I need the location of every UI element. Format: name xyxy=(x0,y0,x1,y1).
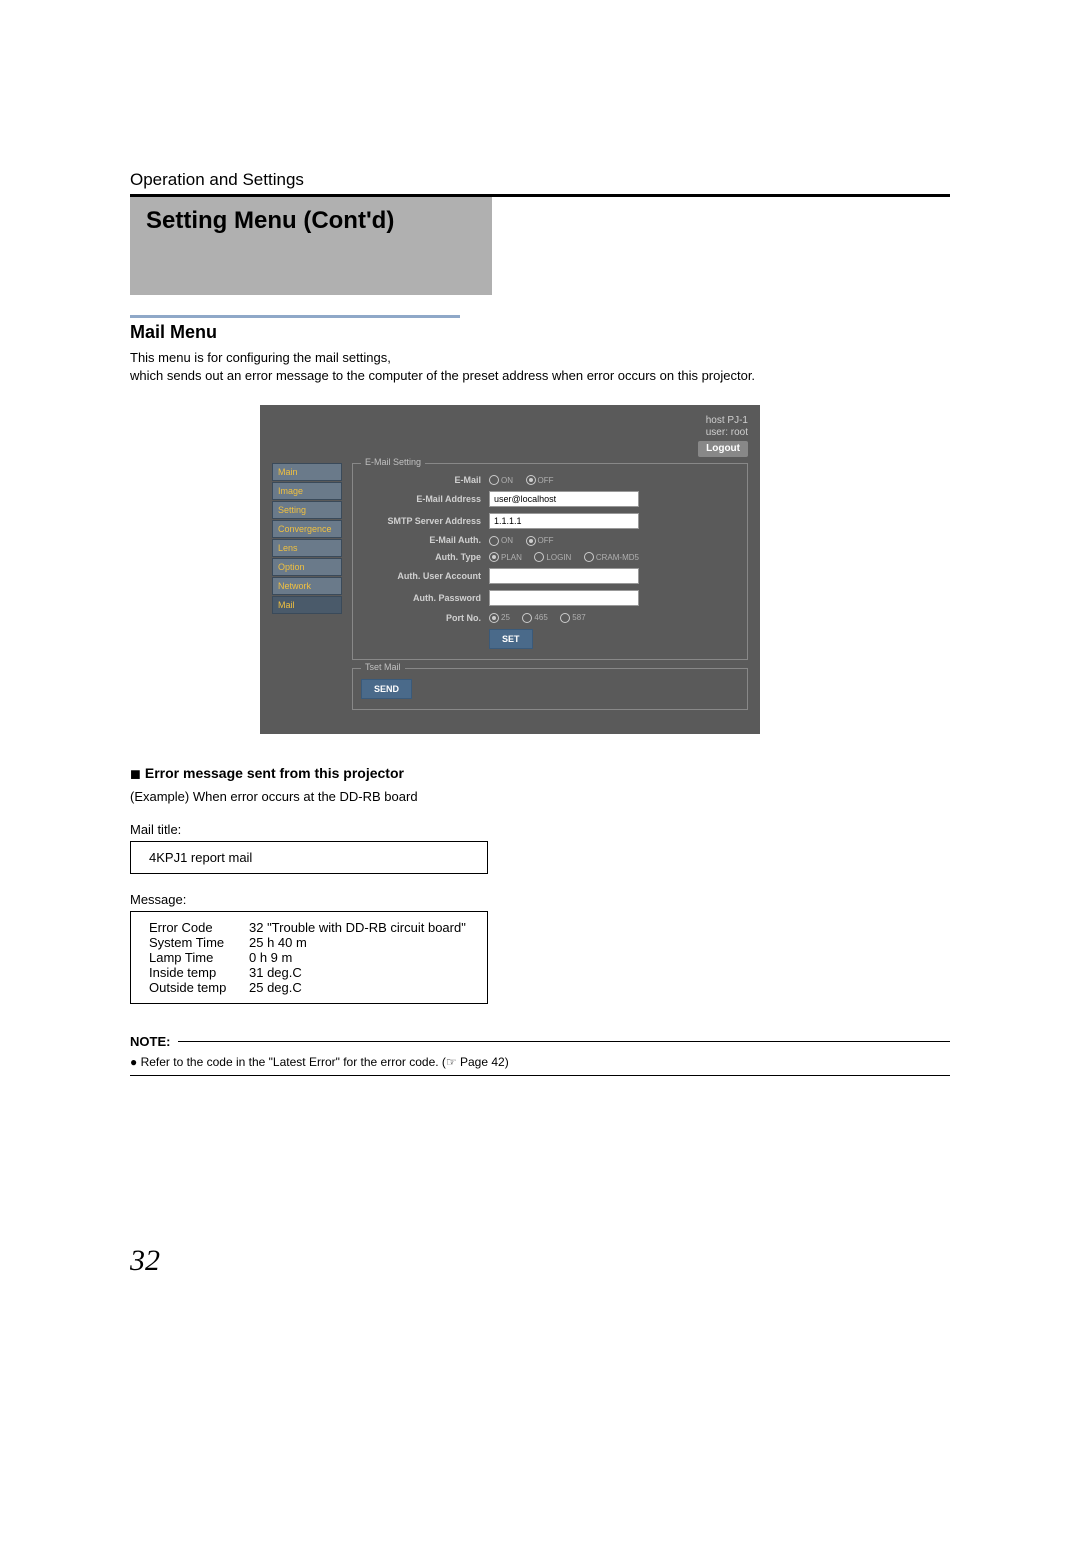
email-auth-label: E-Mail Auth. xyxy=(361,535,489,545)
port-25-radio[interactable] xyxy=(489,613,499,623)
nav-mail[interactable]: Mail xyxy=(272,596,342,614)
message-box: Error Code32 "Trouble with DD-RB circuit… xyxy=(130,911,488,1004)
port-label: Port No. xyxy=(361,613,489,623)
smtp-label: SMTP Server Address xyxy=(361,516,489,526)
auth-off-radio[interactable] xyxy=(526,536,536,546)
email-off-radio[interactable] xyxy=(526,475,536,485)
email-address-label: E-Mail Address xyxy=(361,494,489,504)
description: This menu is for configuring the mail se… xyxy=(130,349,950,385)
message-row: Outside temp25 deg.C xyxy=(149,980,469,995)
page-number: 32 xyxy=(130,1244,160,1278)
example-text: (Example) When error occurs at the DD-RB… xyxy=(130,789,950,804)
smtp-input[interactable] xyxy=(489,513,639,529)
auth-password-label: Auth. Password xyxy=(361,593,489,603)
mail-title-box: 4KPJ1 report mail xyxy=(130,841,488,874)
email-on-radio[interactable] xyxy=(489,475,499,485)
auth-type-label: Auth. Type xyxy=(361,552,489,562)
nav-image[interactable]: Image xyxy=(272,482,342,500)
auth-login-radio[interactable] xyxy=(534,552,544,562)
note-label: NOTE: xyxy=(130,1034,170,1049)
user-label: user: root xyxy=(706,427,748,438)
test-mail-fieldset: Tset Mail SEND xyxy=(352,668,748,710)
note-block: NOTE: ● Refer to the code in the "Latest… xyxy=(130,1034,950,1076)
email-address-input[interactable] xyxy=(489,491,639,507)
port-587-radio[interactable] xyxy=(560,613,570,623)
banner: Setting Menu (Cont'd) xyxy=(130,197,492,295)
test-mail-legend: Tset Mail xyxy=(361,662,405,672)
logout-button[interactable]: Logout xyxy=(698,441,748,457)
nav-setting[interactable]: Setting xyxy=(272,501,342,519)
email-setting-legend: E-Mail Setting xyxy=(361,457,425,467)
email-setting-fieldset: E-Mail Setting E-Mail ON OFF E-Mail Addr… xyxy=(352,463,748,660)
note-line xyxy=(178,1041,950,1042)
message-row: Inside temp31 deg.C xyxy=(149,965,469,980)
message-label: Message: xyxy=(130,892,950,907)
nav-option[interactable]: Option xyxy=(272,558,342,576)
mail-menu-ui: host PJ-1 user: root Logout Main Image S… xyxy=(260,405,760,734)
auth-on-radio[interactable] xyxy=(489,536,499,546)
nav-lens[interactable]: Lens xyxy=(272,539,342,557)
error-message-heading: ■Error message sent from this projector xyxy=(130,764,950,785)
message-row: Lamp Time0 h 9 m xyxy=(149,950,469,965)
nav-main[interactable]: Main xyxy=(272,463,342,481)
breadcrumb: Operation and Settings xyxy=(130,170,950,190)
page-title: Setting Menu (Cont'd) xyxy=(146,207,476,235)
sidebar-nav: Main Image Setting Convergence Lens Opti… xyxy=(272,463,342,718)
nav-convergence[interactable]: Convergence xyxy=(272,520,342,538)
message-row: Error Code32 "Trouble with DD-RB circuit… xyxy=(149,920,469,935)
auth-password-input[interactable] xyxy=(489,590,639,606)
auth-cram-radio[interactable] xyxy=(584,552,594,562)
message-row: System Time25 h 40 m xyxy=(149,935,469,950)
host-label: host PJ-1 xyxy=(706,415,748,426)
email-label: E-Mail xyxy=(361,475,489,485)
send-button[interactable]: SEND xyxy=(361,679,412,699)
mail-title-label: Mail title: xyxy=(130,822,950,837)
note-body: ● Refer to the code in the "Latest Error… xyxy=(130,1049,950,1076)
nav-network[interactable]: Network xyxy=(272,577,342,595)
port-465-radio[interactable] xyxy=(522,613,532,623)
auth-plan-radio[interactable] xyxy=(489,552,499,562)
set-button[interactable]: SET xyxy=(489,629,533,649)
section-title: Mail Menu xyxy=(130,315,460,343)
ui-header: host PJ-1 user: root Logout xyxy=(272,415,748,457)
square-bullet-icon: ■ xyxy=(130,764,141,784)
auth-user-input[interactable] xyxy=(489,568,639,584)
auth-user-label: Auth. User Account xyxy=(361,571,489,581)
